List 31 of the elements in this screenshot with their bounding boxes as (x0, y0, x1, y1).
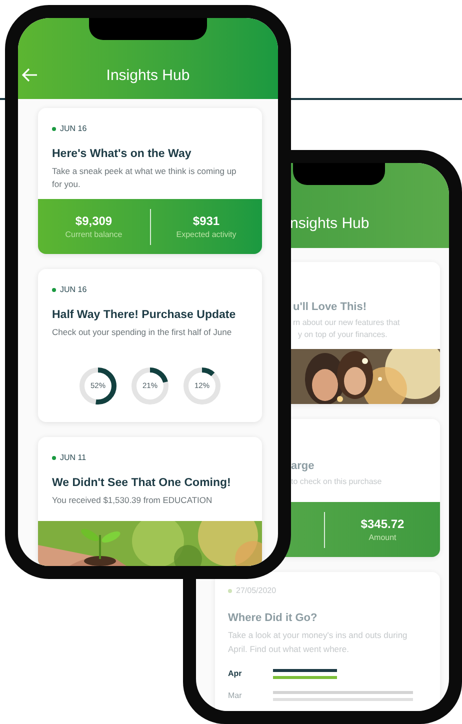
card-title: Here's What's on the Way (52, 147, 192, 162)
row-label: Mar (228, 690, 243, 702)
card-title: arge (291, 459, 316, 473)
card-description: Check out your spending in the first half of June (52, 326, 233, 339)
card-title: Where Did it Go? (228, 611, 318, 625)
card-description: to check on this purchase (291, 476, 383, 488)
stat-value: $9,309 (75, 214, 112, 228)
card-description: rn about our new features that y on top of your finances. (293, 317, 401, 341)
stat-value: $345.72 (360, 516, 404, 532)
card-description: You received $1,530.39 from EDUCATION (52, 494, 214, 507)
stat-label: Expected activity (176, 228, 236, 240)
row-label: Apr (228, 668, 243, 680)
stat-value: $931 (192, 214, 220, 228)
progress-ring (131, 367, 169, 405)
progress-ring (183, 367, 221, 405)
stat-label: Amount (368, 532, 396, 542)
stat-label: Current balance (65, 228, 122, 240)
header-title: nsights Hub (290, 215, 370, 233)
card-title: Half Way There! Purchase Update (52, 308, 237, 323)
card-title: We Didn't See That One Coming! (52, 476, 232, 491)
card-title: u'll Love This! (293, 300, 368, 314)
card-date: JUN 16 (60, 123, 87, 135)
card-date: 27/05/2020 (236, 585, 276, 597)
progress-ring (79, 367, 117, 405)
card-date: JUN 11 (60, 452, 86, 464)
back-arrow-icon (22, 68, 38, 82)
card-date: JUN 16 (60, 284, 87, 296)
header-title: Insights Hub (106, 67, 190, 86)
card-description: Take a sneak peek at what we think is coming up for you. (52, 165, 238, 191)
card-description: Take a look at your money's ins and outs during April. Find out what went where. (228, 629, 408, 656)
back-button[interactable] (22, 68, 38, 82)
